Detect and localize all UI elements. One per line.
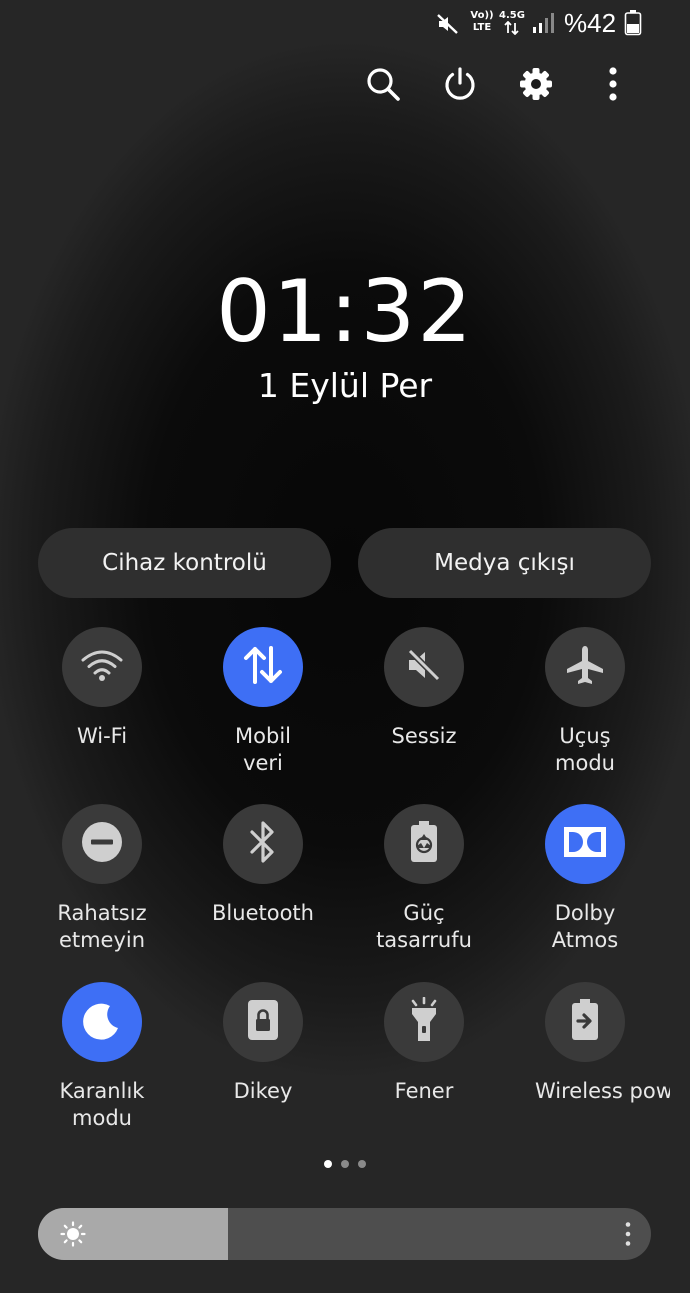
search-icon [365,66,401,107]
page-dot-2[interactable] [341,1160,349,1168]
tile-bluetooth-toggle[interactable] [223,804,303,884]
media-output-button[interactable]: Medya çıkışı [358,528,651,598]
flashlight-icon [406,996,442,1048]
bluetooth-icon [248,820,278,869]
tile-airplane-mode-label: Uçuş modu [555,724,615,775]
power-saving-icon [408,820,440,869]
tile-dark-mode-label: Karanlık modu [59,1079,145,1130]
tile-power-saving-label: Güç tasarrufu [376,901,472,952]
settings-gear-icon [518,66,554,107]
mute-icon [404,645,444,690]
tile-portrait-label: Dikey [233,1079,293,1103]
status-bar: Vo)) LTE 4.5G %42 [0,0,690,46]
battery-icon [624,10,642,41]
volte-bottom-label: LTE [472,22,492,33]
sun-icon [60,1221,86,1252]
portrait-lock-icon [246,998,280,1047]
clock-date: 1 Eylül Per [257,366,433,405]
tile-wifi-label: Wi-Fi [76,724,128,748]
wifi-icon [80,647,124,688]
clock-time: 01:32 [216,262,474,362]
tile-dark-mode-toggle[interactable] [62,982,142,1062]
tile-wireless-power-sharing[interactable]: Wireless power sharing [515,982,670,1142]
tile-wireless-power-sharing-toggle[interactable] [545,982,625,1062]
signal-icon [532,12,556,39]
tile-power-saving[interactable]: Güç tasarrufu [354,804,494,964]
tile-silent-label: Sessiz [391,724,457,748]
tile-airplane-mode[interactable]: Uçuş modu [515,627,655,787]
network-arrows-icon [504,20,520,40]
tile-do-not-disturb-label: Rahatsız etmeyin [57,901,147,952]
network-type-label: 4.5G [499,10,525,21]
tile-dark-mode[interactable]: Karanlık modu [32,982,172,1142]
settings-button[interactable] [512,62,560,110]
search-button[interactable] [359,62,407,110]
tile-do-not-disturb[interactable]: Rahatsız etmeyin [32,804,172,964]
wireless-power-icon [569,998,601,1047]
device-control-button[interactable]: Cihaz kontrolü [38,528,331,598]
tile-do-not-disturb-toggle[interactable] [62,804,142,884]
tile-wireless-power-sharing-label: Wireless power sharing [535,1079,670,1103]
tile-silent[interactable]: Sessiz [354,627,494,787]
tile-portrait-toggle[interactable] [223,982,303,1062]
tile-mobile-data[interactable]: Mobil veri [193,627,333,787]
brightness-more-options-icon[interactable] [624,1221,632,1252]
tile-flashlight-label: Fener [394,1079,454,1103]
tile-flashlight[interactable]: Fener [354,982,494,1142]
tile-power-saving-toggle[interactable] [384,804,464,884]
tile-wifi[interactable]: Wi-Fi [32,627,172,787]
page-dot-3[interactable] [358,1160,366,1168]
airplane-icon [563,643,607,692]
dark-mode-icon [80,998,124,1047]
tile-bluetooth[interactable]: Bluetooth [193,804,333,964]
do-not-disturb-icon [80,820,124,869]
brightness-slider[interactable] [38,1208,651,1260]
tile-flashlight-toggle[interactable] [384,982,464,1062]
tile-bluetooth-label: Bluetooth [212,901,314,925]
power-icon [442,66,478,107]
volte-top-label: Vo)) [470,10,494,21]
power-button[interactable] [436,62,484,110]
mute-icon [436,12,460,41]
battery-percentage: %42 [564,8,617,38]
more-options-button[interactable] [589,62,637,110]
mobile-data-icon [241,645,285,690]
tile-dolby-atmos-label: Dolby Atmos [551,901,619,952]
tile-dolby-atmos[interactable]: Dolby Atmos [515,804,655,964]
quick-panel: Vo)) LTE 4.5G %42 01:32 1 Eylül Per Ciha… [0,0,690,1293]
tile-portrait[interactable]: Dikey [193,982,333,1142]
page-dot-1[interactable] [324,1160,332,1168]
tile-silent-toggle[interactable] [384,627,464,707]
tile-mobile-data-label: Mobil veri [235,724,291,775]
tile-dolby-atmos-toggle[interactable] [545,804,625,884]
tile-mobile-data-toggle[interactable] [223,627,303,707]
dolby-icon [563,826,607,863]
more-options-icon [607,66,619,107]
tile-airplane-mode-toggle[interactable] [545,627,625,707]
page-indicator [324,1160,366,1168]
tile-wifi-toggle[interactable] [62,627,142,707]
